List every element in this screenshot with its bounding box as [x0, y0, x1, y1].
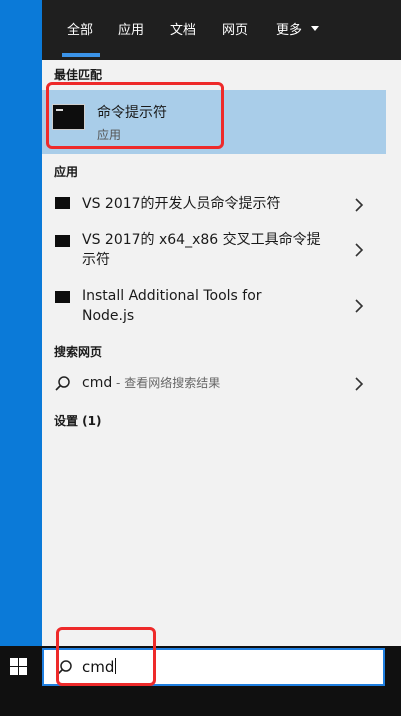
- chevron-right-icon[interactable]: [352, 297, 366, 315]
- section-apps-heading: 应用: [54, 165, 79, 179]
- chevron-right-icon[interactable]: [352, 196, 366, 214]
- web-search-label: cmd - 查看网络搜索结果: [82, 374, 220, 391]
- section-best-match-heading: 最佳匹配: [54, 68, 103, 82]
- cmd-icon: [55, 291, 70, 303]
- tab-web[interactable]: 网页: [222, 22, 248, 40]
- app-result-label-line1: VS 2017的 x64_x86 交叉工具命令提: [82, 232, 321, 248]
- search-tabs: 全部 应用 文档 网页 更多: [42, 0, 401, 60]
- tab-documents[interactable]: 文档: [170, 22, 196, 40]
- tab-apps[interactable]: 应用: [118, 22, 144, 40]
- app-result-item[interactable]: VS 2017的 x64_x86 交叉工具命令提 示符: [42, 226, 386, 274]
- chevron-right-icon[interactable]: [352, 241, 366, 259]
- section-settings-heading[interactable]: 设置 (1): [54, 412, 102, 429]
- web-search-query: cmd: [82, 375, 113, 391]
- chevron-right-icon[interactable]: [352, 375, 366, 393]
- cmd-icon: [55, 235, 70, 247]
- app-result-item[interactable]: Install Additional Tools for Node.js: [42, 282, 386, 330]
- tab-all[interactable]: 全部: [67, 22, 93, 40]
- app-result-label-line2: 示符: [82, 252, 110, 268]
- search-icon: [55, 376, 70, 391]
- app-result-label-line1: Install Additional Tools for: [82, 288, 262, 304]
- annotation-highlight-best-match: [46, 82, 224, 149]
- active-tab-indicator: [62, 53, 100, 57]
- caret-down-icon: [311, 26, 320, 31]
- tab-more[interactable]: 更多: [276, 22, 320, 40]
- tab-more-label: 更多: [276, 23, 303, 38]
- windows-logo-icon[interactable]: [10, 658, 27, 675]
- app-result-label-line2: Node.js: [82, 308, 135, 324]
- annotation-highlight-search: [56, 627, 156, 686]
- cmd-icon: [55, 197, 70, 209]
- web-search-item[interactable]: cmd - 查看网络搜索结果: [42, 368, 386, 400]
- app-result-item[interactable]: VS 2017的开发人员命令提示符: [42, 188, 386, 222]
- web-search-hint: - 查看网络搜索结果: [112, 376, 221, 390]
- app-result-label: VS 2017的开发人员命令提示符: [82, 196, 281, 212]
- section-web-heading: 搜索网页: [54, 345, 103, 359]
